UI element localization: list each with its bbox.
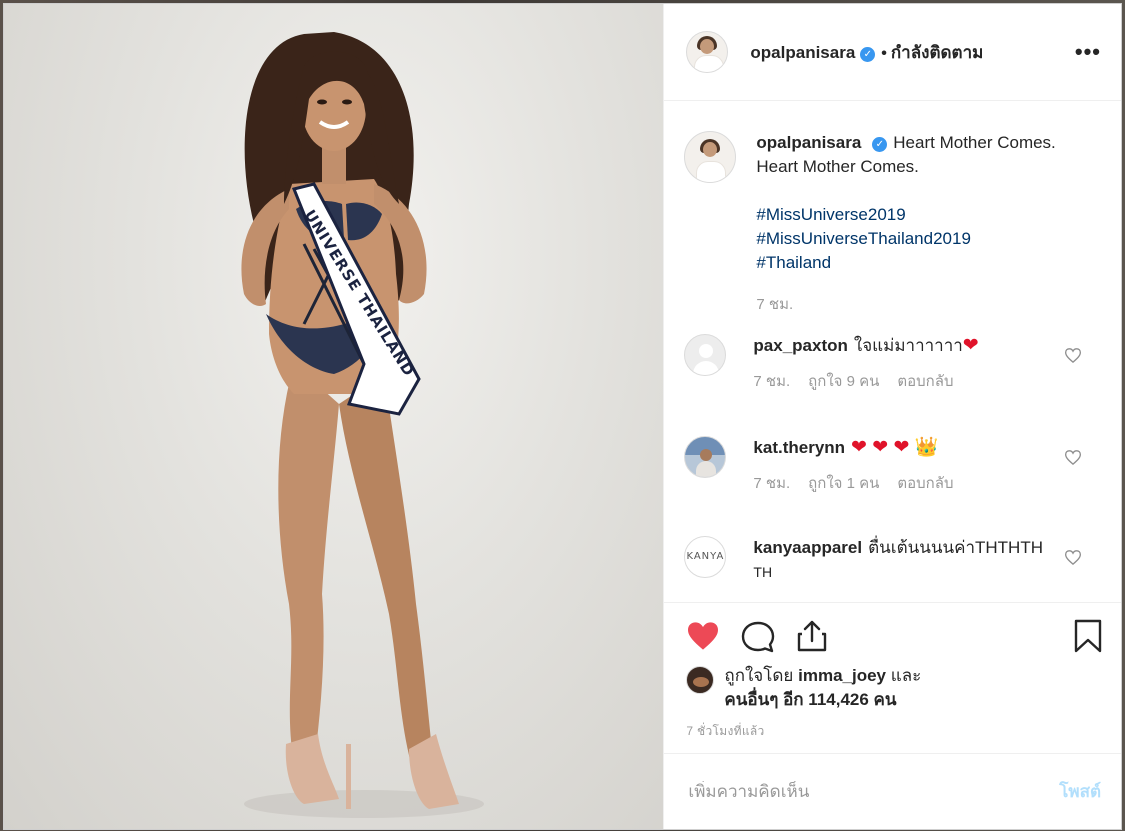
verified-badge-icon: ✓ (860, 46, 876, 62)
comment-time[interactable]: 7 ชม. (753, 475, 790, 492)
commenter-avatar[interactable] (684, 334, 727, 376)
model-illustration: UNIVERSE THAILAND (241, 32, 484, 818)
post-photo[interactable]: UNIVERSE THAILAND (4, 4, 664, 829)
post-timestamp[interactable]: 7 ชั่วโมงที่แล้ว (686, 722, 764, 741)
commenter-username[interactable]: kat.therynn (753, 438, 845, 457)
comments-list[interactable]: opalpanisara ✓ Heart Mother Comes. Heart M… (664, 101, 1121, 599)
comment-text: ใจแม่มาาาาาา (853, 336, 963, 355)
caption-line-2: Heart Mother Comes. (756, 157, 919, 176)
hashtag-link[interactable]: #MissUniverseThailand2019 (756, 227, 1055, 251)
like-heart-icon[interactable] (686, 621, 720, 656)
commenter-username[interactable]: kanyaapparel (753, 538, 862, 557)
post-comment-button[interactable]: โพสต์ (1059, 778, 1101, 805)
liker-username[interactable]: imma_joey (798, 666, 886, 685)
share-icon[interactable] (796, 619, 828, 658)
commenter-avatar[interactable] (684, 436, 727, 478)
more-options-icon[interactable]: ••• (1075, 39, 1101, 65)
add-comment-bar: โพสต์ (664, 753, 1121, 829)
comment-row: kat.therynn ❤ ❤ ❤ 👑 7 ชม. ถูกใจ 1 คน ตอบกลั… (684, 436, 1101, 496)
author-avatar-small[interactable] (684, 131, 737, 183)
likes-summary: ถูกใจโดย imma_joey และ คนอื่นๆ อีก 114,4… (686, 664, 1101, 712)
hashtag-link[interactable]: #Thailand (756, 251, 1055, 275)
commenter-username[interactable]: pax_paxton (753, 336, 847, 355)
caption-row: opalpanisara ✓ Heart Mother Comes. Heart M… (684, 131, 1101, 317)
commenter-avatar[interactable]: KANYA (684, 536, 727, 578)
caption-line-1: Heart Mother Comes. (893, 133, 1056, 152)
verified-badge-icon: ✓ (872, 137, 888, 152)
comment-likes[interactable]: ถูกใจ 9 คน (808, 373, 879, 390)
post-details-panel: opalpanisara ✓ • กำลังติดตาม ••• opalpanisa… (663, 4, 1121, 829)
like-comment-icon[interactable] (1065, 450, 1081, 465)
caption-time[interactable]: 7 ชม. (756, 296, 793, 313)
liked-by-and: และ (890, 666, 922, 685)
author-avatar[interactable] (686, 31, 729, 73)
like-comment-icon[interactable] (1065, 550, 1081, 565)
reply-button[interactable]: ตอบกลับ (897, 373, 953, 390)
comment-input[interactable] (686, 780, 1060, 803)
comment-icon[interactable] (741, 621, 775, 658)
reply-button[interactable]: ตอบกลับ (897, 475, 953, 492)
hashtag-link[interactable]: #MissUniverse2019 (756, 203, 1055, 227)
post-header: opalpanisara ✓ • กำลังติดตาม ••• (664, 4, 1121, 101)
caption-username[interactable]: opalpanisara (756, 133, 861, 152)
separator-dot: • (881, 44, 887, 62)
liker-avatar[interactable] (686, 666, 715, 694)
like-comment-icon[interactable] (1065, 348, 1081, 363)
following-button[interactable]: กำลังติดตาม (891, 43, 983, 62)
liked-by-prefix: ถูกใจโดย (724, 666, 794, 685)
heart-emoji: ❤ (962, 335, 979, 356)
bookmark-icon[interactable] (1074, 619, 1102, 658)
comment-row: KANYA kanyaapparel ตื่นเต้นนนนค่าTHTHTH T… (684, 536, 1101, 584)
comment-likes[interactable]: ถูกใจ 1 คน (808, 475, 879, 492)
action-bar (664, 602, 1121, 661)
comment-text: ตื่นเต้นนนนค่าTHTHTH (868, 538, 1043, 557)
others-likes-count[interactable]: คนอื่นๆ อีก 114,426 คน (724, 690, 896, 709)
comment-time[interactable]: 7 ชม. (753, 373, 790, 390)
author-username[interactable]: opalpanisara (750, 43, 855, 62)
comment-row: pax_paxton ใจแม่มาาาาาา❤ 7 ชม. ถูกใจ 9 คน ต… (684, 334, 1101, 394)
comment-text-cont: TH (753, 564, 773, 580)
heart-emojis: ❤ ❤ ❤ 👑 (851, 437, 939, 458)
post-modal: UNIVERSE THAILAND opalpanisara ✓ • กำลังติด… (3, 3, 1122, 830)
